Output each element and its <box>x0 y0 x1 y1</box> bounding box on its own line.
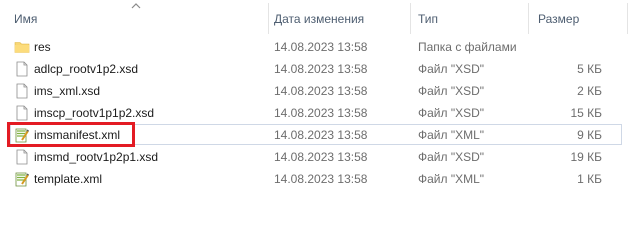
file-date: 14.08.2023 13:58 <box>274 106 368 120</box>
column-divider[interactable] <box>528 3 529 34</box>
file-row-ims-xml[interactable]: ims_xml.xsd 14.08.2023 13:58 Файл "XSD" … <box>0 80 632 102</box>
file-row-res[interactable]: res 14.08.2023 13:58 Папка с файлами <box>0 36 632 58</box>
file-date: 14.08.2023 13:58 <box>274 84 368 98</box>
file-explorer-list: Имя Дата изменения Тип Размер res 14.08.… <box>0 0 632 206</box>
file-size: 5 КБ <box>577 62 602 76</box>
column-header-row: Имя Дата изменения Тип Размер <box>0 0 632 34</box>
file-row-imsmd-rootv1p2p1[interactable]: imsmd_rootv1p2p1.xsd 14.08.2023 13:58 Фа… <box>0 146 632 168</box>
file-icon <box>16 83 28 99</box>
column-divider[interactable] <box>627 3 628 34</box>
folder-icon <box>14 42 30 53</box>
file-date: 14.08.2023 13:58 <box>274 128 368 142</box>
file-name: template.xml <box>34 172 103 186</box>
file-name: adlcp_rootv1p2.xsd <box>34 62 139 76</box>
file-type: Файл "XSD" <box>418 84 485 98</box>
file-name: imsmanifest.xml <box>34 128 121 142</box>
file-size: 2 КБ <box>577 84 602 98</box>
column-header-date[interactable]: Дата изменения <box>274 12 364 26</box>
file-name: imscp_rootv1p1p2.xsd <box>34 106 155 120</box>
file-type: Файл "XSD" <box>418 150 485 164</box>
file-size: 9 КБ <box>577 128 602 142</box>
file-type: Файл "XSD" <box>418 62 485 76</box>
file-type: Папка с файлами <box>418 40 517 54</box>
file-name: res <box>34 40 51 54</box>
file-type: Файл "XML" <box>418 128 485 142</box>
column-header-name[interactable]: Имя <box>14 12 37 26</box>
file-size: 1 КБ <box>577 172 602 186</box>
file-date: 14.08.2023 13:58 <box>274 150 368 164</box>
file-name: imsmd_rootv1p2p1.xsd <box>34 150 159 164</box>
file-date: 14.08.2023 13:58 <box>274 172 368 186</box>
file-date: 14.08.2023 13:58 <box>274 40 368 54</box>
xml-file-icon <box>15 172 30 187</box>
file-icon <box>16 105 28 121</box>
file-type: Файл "XSD" <box>418 106 485 120</box>
file-icon <box>16 61 28 77</box>
file-row-template[interactable]: template.xml 14.08.2023 13:58 Файл "XML"… <box>0 168 632 190</box>
file-row-imscp-rootv1p1p2[interactable]: imscp_rootv1p1p2.xsd 14.08.2023 13:58 Фа… <box>0 102 632 124</box>
file-size: 15 КБ <box>570 106 602 120</box>
column-divider[interactable] <box>268 3 269 34</box>
file-size: 19 КБ <box>570 150 602 164</box>
column-header-type[interactable]: Тип <box>418 12 438 26</box>
file-row-adlcp-rootv1p2[interactable]: adlcp_rootv1p2.xsd 14.08.2023 13:58 Файл… <box>0 58 632 80</box>
file-list: res 14.08.2023 13:58 Папка с файлами adl… <box>0 36 632 190</box>
column-divider[interactable] <box>410 3 411 34</box>
file-name: ims_xml.xsd <box>34 84 101 98</box>
column-header-size[interactable]: Размер <box>538 12 579 26</box>
xml-file-icon <box>15 128 30 143</box>
file-row-imsmanifest[interactable]: imsmanifest.xml 14.08.2023 13:58 Файл "X… <box>0 122 632 147</box>
file-icon <box>16 149 28 165</box>
file-date: 14.08.2023 13:58 <box>274 62 368 76</box>
file-type: Файл "XML" <box>418 172 485 186</box>
